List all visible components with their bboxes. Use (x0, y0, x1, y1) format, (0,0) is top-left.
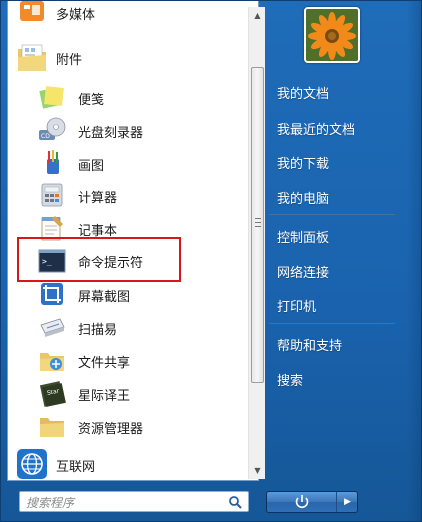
disc-burner-icon: CD (39, 117, 66, 140)
separator (269, 214, 395, 215)
user-avatar[interactable] (304, 7, 360, 63)
program-label: 附件 (56, 53, 83, 68)
program-item-accessories[interactable]: 附件 (8, 41, 244, 73)
right-item-network-connections[interactable]: 网络连接 (277, 262, 329, 281)
program-label: 文件共享 (78, 356, 131, 371)
search-placeholder: 搜索程序 (26, 496, 75, 510)
sticky-notes-icon (39, 86, 64, 109)
program-item-sticky-notes[interactable]: 便笺 (8, 81, 244, 113)
right-item-recent-documents[interactable]: 我最近的文档 (277, 119, 355, 138)
scroll-down-arrow-icon[interactable]: ▼ (249, 462, 266, 479)
right-item-search[interactable]: 搜索 (277, 370, 303, 389)
right-item-control-panel[interactable]: 控制面板 (277, 227, 329, 246)
search-icon[interactable] (228, 495, 242, 509)
file-share-icon (40, 353, 64, 371)
screenshot-icon (41, 283, 63, 305)
programs-scrollbar[interactable]: ▲ ▼ (248, 7, 265, 479)
scroll-up-arrow-icon[interactable]: ▲ (249, 7, 266, 24)
flower-picture-icon (306, 9, 358, 61)
accessories-folder-icon (18, 44, 46, 71)
program-item-explorer[interactable]: 资源管理器 (8, 410, 244, 442)
right-item-help-support[interactable]: 帮助和支持 (277, 335, 342, 354)
program-label: 扫描易 (78, 323, 118, 338)
search-input[interactable]: 搜索程序 (19, 491, 249, 512)
right-item-my-computer[interactable]: 我的电脑 (277, 188, 329, 207)
program-label: 资源管理器 (78, 422, 144, 437)
multimedia-folder-icon (20, 1, 44, 21)
program-item-multimedia[interactable]: 多媒体 (8, 1, 244, 33)
program-item-stardict[interactable]: Star 星际译王 (8, 377, 244, 409)
scroll-thumb[interactable] (251, 67, 264, 383)
right-item-printers[interactable]: 打印机 (277, 296, 316, 315)
program-label: 便笺 (78, 93, 105, 108)
window-edge (407, 1, 421, 522)
shutdown-options-arrow-icon[interactable]: ▶ (338, 492, 357, 512)
explorer-icon (40, 418, 64, 437)
program-label: 计算器 (78, 191, 118, 206)
program-item-calculator[interactable]: 计算器 (8, 179, 244, 211)
start-menu: 多媒体 附件 便笺 CD 光盘刻录器 画图 计算器 记事本 >_ 命令提示符 屏… (0, 0, 422, 522)
separator (269, 323, 395, 324)
svg-text:CD: CD (41, 133, 50, 140)
power-icon (295, 495, 309, 509)
shutdown-button-group: ▶ (266, 491, 358, 513)
paint-icon (47, 150, 59, 174)
program-item-disc-burner[interactable]: CD 光盘刻录器 (8, 114, 244, 146)
calculator-icon (41, 183, 63, 207)
search-area: 搜索程序 (7, 481, 259, 522)
program-label: 屏幕截图 (78, 290, 131, 305)
highlight-box (17, 237, 181, 282)
program-label: 画图 (78, 159, 105, 174)
program-item-file-share[interactable]: 文件共享 (8, 344, 244, 376)
scroll-grip-icon (255, 218, 261, 227)
stardict-icon: Star (39, 381, 66, 407)
right-item-my-documents[interactable]: 我的文档 (277, 83, 329, 102)
program-item-internet[interactable]: 互联网 (8, 448, 244, 480)
scanner-icon (40, 318, 65, 337)
program-item-screenshot[interactable]: 屏幕截图 (8, 278, 244, 310)
program-label: 多媒体 (56, 8, 96, 23)
right-item-my-downloads[interactable]: 我的下载 (277, 153, 329, 172)
internet-icon (17, 449, 47, 479)
shutdown-button[interactable] (267, 492, 337, 512)
program-label: 互联网 (56, 460, 96, 475)
program-label: 光盘刻录器 (78, 126, 144, 141)
program-label: 星际译王 (78, 389, 131, 404)
program-item-scanner[interactable]: 扫描易 (8, 311, 244, 343)
program-item-paint[interactable]: 画图 (8, 147, 244, 179)
